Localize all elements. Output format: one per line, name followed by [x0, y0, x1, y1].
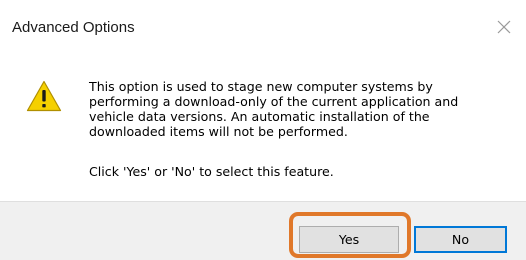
dialog-message: This option is used to stage new compute… [89, 79, 509, 139]
message-line: downloaded items will not be performed. [89, 124, 348, 139]
dialog-content: This option is used to stage new compute… [0, 55, 526, 195]
message-line: This option is used to stage new compute… [89, 79, 433, 94]
yes-button[interactable]: Yes [299, 226, 399, 253]
message-line: vehicle data versions. An automatic inst… [89, 109, 430, 124]
close-button[interactable] [491, 14, 517, 40]
dialog-title: Advanced Options [12, 19, 135, 36]
dialog-prompt: Click 'Yes' or 'No' to select this featu… [89, 164, 334, 179]
close-icon [497, 20, 511, 34]
advanced-options-dialog: Advanced Options This option is used to … [0, 0, 526, 260]
button-bar: Yes No [0, 201, 526, 260]
title-bar: Advanced Options [0, 0, 526, 55]
message-line: performing a download-only of the curren… [89, 94, 459, 109]
no-button[interactable]: No [414, 226, 507, 253]
warning-icon [26, 80, 62, 112]
